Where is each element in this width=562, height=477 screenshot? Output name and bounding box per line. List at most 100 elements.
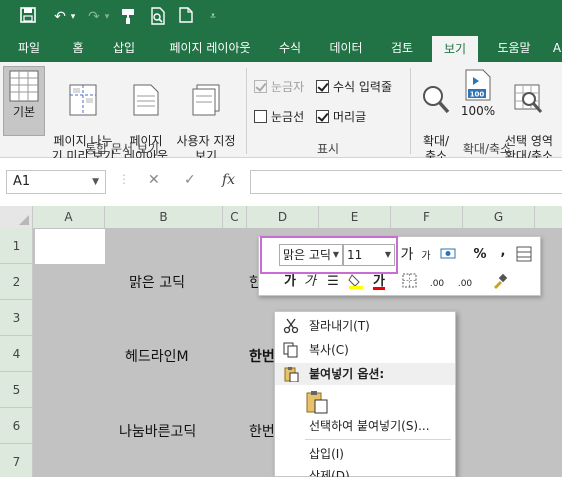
tab-view[interactable]: 보기 — [432, 36, 478, 62]
tab-review[interactable]: 검토 — [382, 34, 422, 62]
normal-view-button[interactable]: 기본 — [3, 66, 45, 136]
normal-view-label: 기본 — [12, 105, 36, 119]
ruler-checkbox[interactable]: 눈금자 — [254, 78, 304, 96]
context-menu-paste-special-label: 선택하여 붙여넣기(S)... — [309, 419, 430, 433]
cell-d4[interactable]: 한번 — [249, 346, 275, 366]
paste-option-icon — [306, 391, 328, 414]
column-header-f[interactable]: F — [391, 206, 463, 228]
undo-dropdown-icon[interactable]: ▾ — [68, 7, 78, 27]
formula-bar-checkbox[interactable]: 수식 입력줄 — [316, 78, 392, 96]
decrease-font-size-button[interactable]: 가 — [419, 248, 433, 266]
new-document-icon[interactable] — [176, 7, 196, 27]
bold-button[interactable]: 가 — [283, 273, 297, 291]
cell-b4[interactable]: 헤드라인M — [125, 346, 189, 366]
name-box[interactable]: A1 ▼ — [6, 170, 106, 194]
formula-bar-label: 수식 입력줄 — [333, 80, 393, 94]
cancel-entry-icon[interactable]: ✕ — [148, 172, 160, 188]
percent-style-button[interactable]: % — [473, 246, 487, 264]
print-preview-icon[interactable] — [148, 7, 168, 27]
context-menu-paste-option[interactable] — [275, 387, 455, 417]
name-box-value: A1 — [13, 174, 31, 189]
scissors-icon — [283, 318, 299, 334]
gridlines-checkbox[interactable]: 눈금선 — [254, 108, 304, 126]
context-menu-insert-label: 삽입(I) — [309, 447, 344, 461]
page-layout-view-button[interactable]: 페이지 레이아웃 — [120, 66, 172, 163]
undo-icon[interactable]: ↶ — [50, 7, 70, 27]
context-menu-paste-options-header: 붙여넣기 옵션: — [275, 363, 455, 385]
tab-formulas[interactable]: 수식 — [272, 34, 308, 62]
decrease-decimal-button[interactable]: .00 — [453, 275, 477, 293]
select-all-corner[interactable] — [0, 206, 33, 228]
redo-dropdown-icon[interactable]: ▾ — [102, 7, 112, 27]
cell-b6[interactable]: 나눔바른고딕 — [119, 421, 196, 441]
page-break-preview-button[interactable]: 페이지 나누 기 미리 보기 — [46, 66, 120, 163]
context-menu-cut[interactable]: 잘라내기(T) — [275, 315, 455, 337]
row-header-5[interactable]: 5 — [0, 372, 33, 408]
formula-bar-grip-icon: ⋮ — [118, 172, 130, 186]
row-header-4[interactable]: 4 — [0, 336, 33, 372]
format-cells-icon[interactable] — [515, 246, 533, 268]
active-cell-a1[interactable] — [35, 229, 105, 264]
row-headers: 1 2 3 4 5 6 7 — [0, 228, 33, 477]
column-header-g[interactable]: G — [463, 206, 535, 228]
context-menu-copy[interactable]: 복사(C) — [275, 339, 455, 361]
font-color-button[interactable]: 가 — [369, 273, 389, 291]
context-menu-separator — [305, 439, 451, 440]
context-menu-paste-options-label: 붙여넣기 옵션: — [309, 367, 385, 381]
gridlines-check-box — [254, 110, 267, 123]
format-painter-icon[interactable] — [118, 7, 138, 27]
context-menu-delete-label: 삭제(D) — [309, 469, 350, 477]
row-header-1[interactable]: 1 — [0, 228, 33, 264]
save-icon[interactable] — [18, 7, 38, 27]
italic-button[interactable]: 가 — [303, 273, 317, 291]
page-break-preview-icon — [69, 84, 97, 116]
comma-style-button[interactable]: , — [497, 243, 509, 261]
borders-icon[interactable] — [399, 273, 419, 294]
row-header-6[interactable]: 6 — [0, 408, 33, 444]
customize-toolbar-icon[interactable]: ⩡ — [206, 7, 220, 27]
redo-icon[interactable]: ↷ — [84, 7, 104, 27]
column-header-c[interactable]: C — [223, 206, 247, 228]
tab-more[interactable]: A — [550, 34, 562, 62]
zoom-to-selection-button[interactable]: 선택 영역 확대/축소 — [498, 66, 560, 163]
tab-file[interactable]: 파일 — [8, 34, 50, 62]
zoom-group-label: 확대/축소 — [462, 142, 512, 156]
context-menu-paste-special[interactable]: 선택하여 붙여넣기(S)... — [275, 415, 455, 437]
tab-help[interactable]: 도움말 — [486, 34, 542, 62]
column-header-e[interactable]: E — [319, 206, 391, 228]
context-menu-insert[interactable]: 삽입(I) — [275, 443, 455, 465]
increase-decimal-button[interactable]: .00 — [425, 275, 449, 293]
cell-b2[interactable]: 맑은 고딕 — [129, 272, 185, 292]
row-header-3[interactable]: 3 — [0, 300, 33, 336]
row-header-7[interactable]: 7 — [0, 444, 33, 477]
tab-home[interactable]: 홈 — [60, 34, 96, 62]
column-header-d[interactable]: D — [247, 206, 319, 228]
fill-color-icon[interactable] — [347, 273, 365, 295]
custom-views-button[interactable]: 사용자 지정 보기 — [172, 66, 240, 163]
context-menu-delete[interactable]: 삭제(D) — [275, 465, 455, 477]
formula-bar-check-box — [316, 80, 329, 93]
column-header-h[interactable] — [535, 206, 562, 228]
name-box-dropdown-icon[interactable]: ▼ — [92, 171, 99, 193]
tab-insert[interactable]: 삽입 — [104, 34, 144, 62]
accounting-format-icon[interactable] — [439, 246, 459, 268]
align-center-icon[interactable]: ☰ — [325, 273, 341, 291]
paste-icon — [284, 367, 299, 382]
headings-checkbox[interactable]: 머리글 — [316, 108, 366, 126]
increase-font-size-button[interactable]: 가 — [399, 246, 415, 264]
cell-d6[interactable]: 한번 — [249, 421, 275, 441]
format-painter-icon[interactable] — [491, 273, 509, 295]
row-header-2[interactable]: 2 — [0, 264, 33, 300]
insert-function-icon[interactable]: fx — [222, 172, 235, 188]
font-highlight-box — [260, 236, 398, 274]
formula-input[interactable] — [250, 170, 562, 194]
tab-page-layout[interactable]: 페이지 레이아웃 — [152, 34, 268, 62]
column-header-b[interactable]: B — [105, 206, 223, 228]
ribbon-view: 기본 페이지 나누 기 미리 보기 페이지 레이아웃 사용자 지정 보기 통합 … — [0, 62, 562, 163]
ruler-label: 눈금자 — [271, 80, 305, 94]
confirm-entry-icon[interactable]: ✓ — [184, 172, 196, 188]
zoom-button[interactable]: 확대/ 축소 — [414, 66, 458, 163]
column-header-a[interactable]: A — [33, 206, 105, 228]
zoom-100-button[interactable]: 100 100% — [458, 66, 498, 138]
tab-data[interactable]: 데이터 — [322, 34, 370, 62]
